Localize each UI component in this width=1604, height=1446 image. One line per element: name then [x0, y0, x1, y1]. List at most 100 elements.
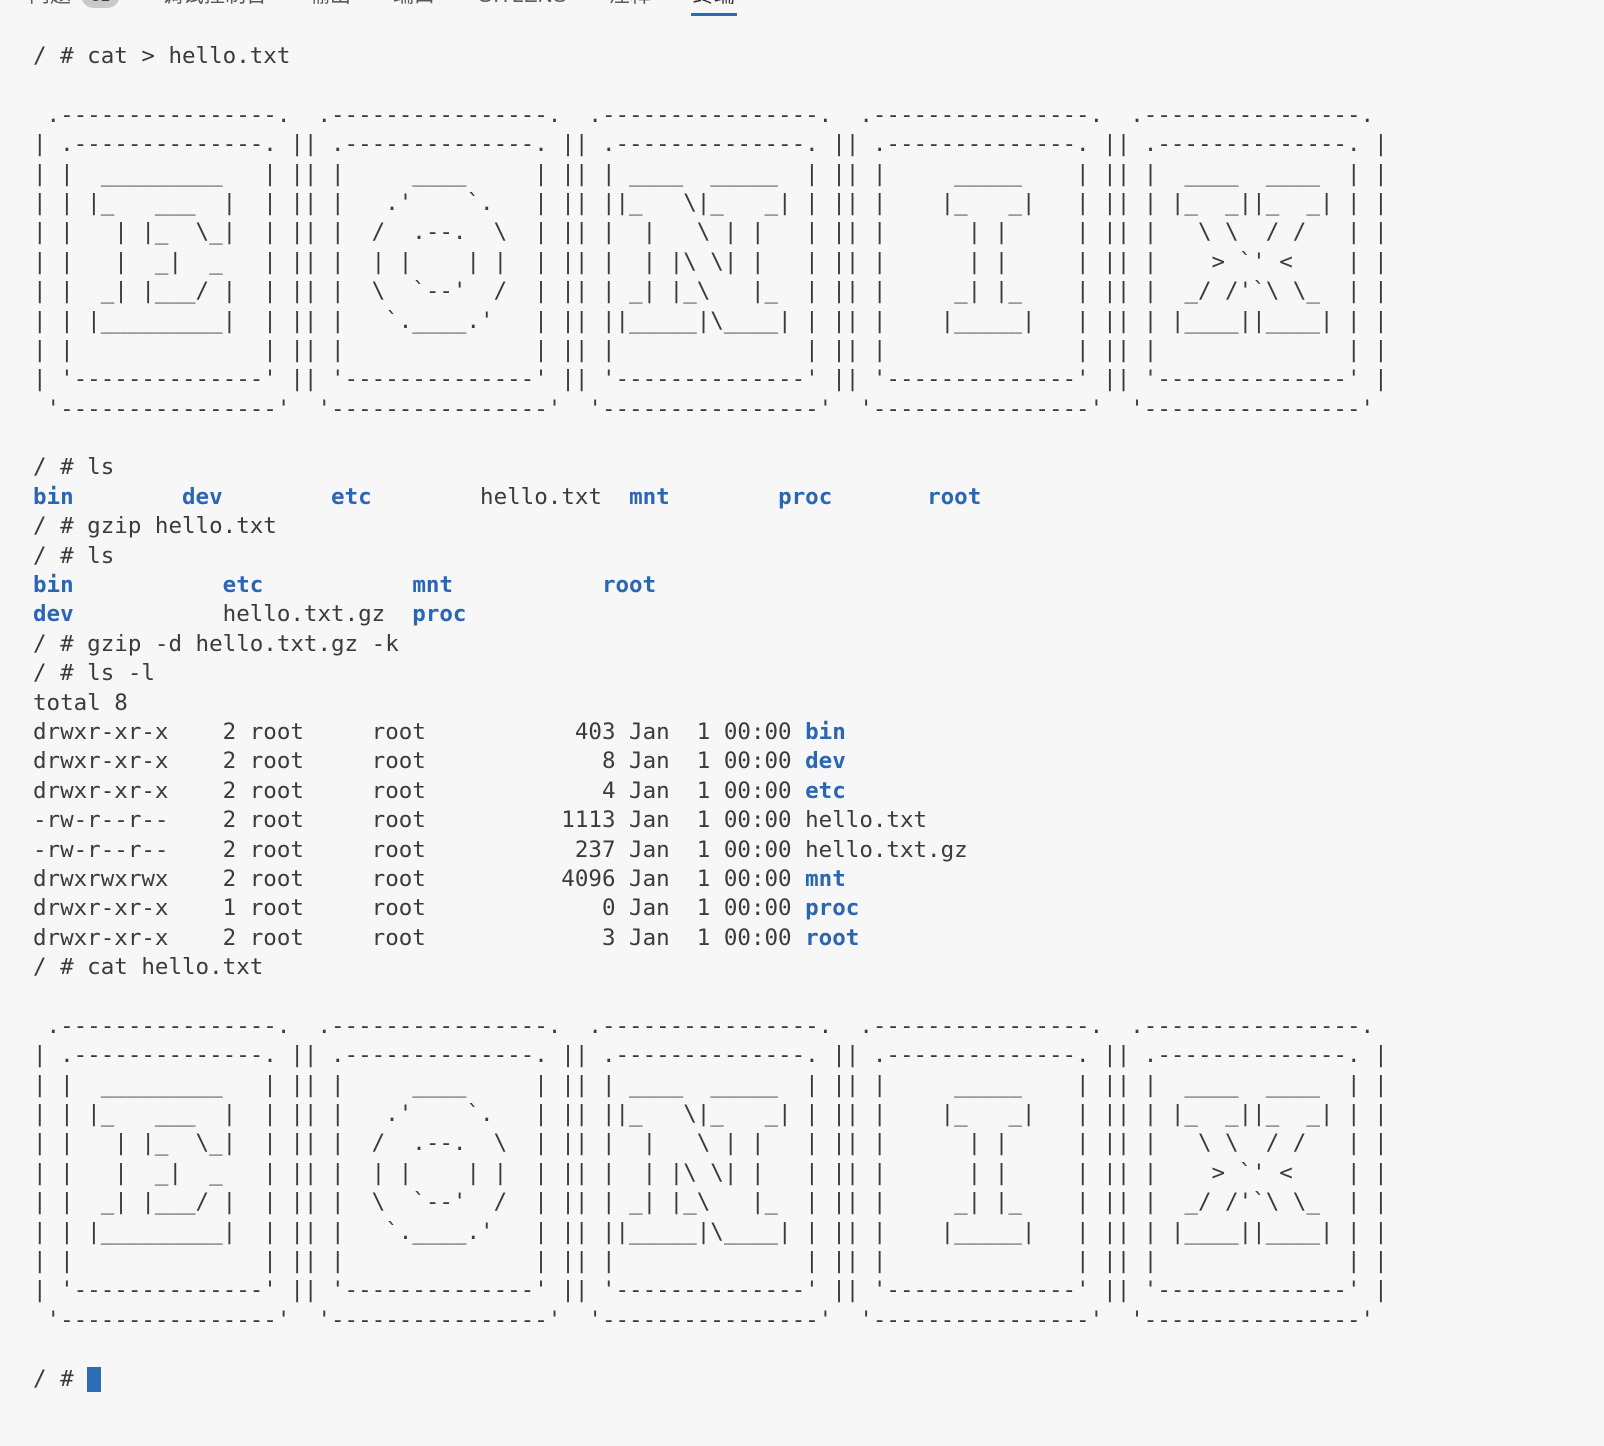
terminal-line-ascii-art: .----------------. .----------------. .-…	[33, 101, 1604, 130]
terminal-text: drwxrwxrwx 2 root root 4096 Jan 1 00:00	[33, 866, 805, 892]
terminal-line-ascii-art: | | | |_ \_| | || | / .--. \ | || | | \ …	[33, 218, 1604, 247]
terminal-buffer: / # cat > hello.txt .----------------. .…	[33, 42, 1604, 1394]
terminal-text: | | _| |___/ | | || | \ `--' / | || | _|…	[33, 278, 1388, 304]
tab-inner: 注释	[607, 0, 653, 16]
terminal-text-blue: etc	[223, 572, 264, 598]
terminal-text: '----------------' '----------------' '-…	[33, 1307, 1388, 1333]
terminal-text	[223, 484, 331, 510]
terminal-text: | .--------------. || .--------------. |…	[33, 131, 1388, 157]
terminal-line: / # gzip hello.txt	[33, 512, 1604, 541]
terminal-text-blue: etc	[331, 484, 372, 510]
tab-debug-console[interactable]: 调试控制台	[141, 0, 288, 16]
terminal-text-blue: root	[602, 572, 656, 598]
tab-inner: GITLENS	[475, 0, 569, 16]
tab-gitlens[interactable]: GITLENS	[456, 0, 588, 16]
terminal-text: total 8	[33, 690, 128, 716]
terminal-line: / # gzip -d hello.txt.gz -k	[33, 630, 1604, 659]
terminal-text: | | _| |___/ | | || | \ `--' / | || | _|…	[33, 1189, 1388, 1215]
terminal-line: drwxr-xr-x 2 root root 4 Jan 1 00:00 etc	[33, 777, 1604, 806]
terminal-text-blue: proc	[778, 484, 832, 510]
terminal-line-ascii-art: | | _| |___/ | | || | \ `--' / | || | _|…	[33, 277, 1604, 306]
terminal-line: / # ls	[33, 453, 1604, 482]
terminal-text: | '--------------' || '--------------' |…	[33, 1277, 1388, 1303]
terminal-line-ascii-art: | | |_________| | || | `.____.' | || ||_…	[33, 307, 1604, 336]
panel-tab-bar: 问题 31 调试控制台 输出 端口 GITLENS 注释 终端	[0, 0, 1604, 16]
terminal-line	[33, 71, 1604, 100]
tab-label: 注释	[609, 0, 651, 6]
terminal-text: | | | || | | || | | || | | || | | |	[33, 1248, 1388, 1274]
terminal-line-ascii-art: | | _________ | || | ____ | || | ____ __…	[33, 1071, 1604, 1100]
terminal-line-ascii-art: | | _| |___/ | | || | \ `--' / | || | _|…	[33, 1188, 1604, 1217]
terminal-text: / # ls	[33, 543, 114, 569]
terminal-line: drwxr-xr-x 2 root root 8 Jan 1 00:00 dev	[33, 747, 1604, 776]
terminal-line-ascii-art: '----------------' '----------------' '-…	[33, 1306, 1604, 1335]
terminal-text-blue: bin	[33, 572, 74, 598]
terminal-text-blue: bin	[33, 484, 74, 510]
tab-label: 问题	[29, 0, 71, 6]
terminal-text: drwxr-xr-x 2 root root 8 Jan 1 00:00	[33, 748, 805, 774]
terminal-text: .----------------. .----------------. .-…	[33, 102, 1388, 128]
terminal-line: / # cat > hello.txt	[33, 42, 1604, 71]
terminal-text-blue: dev	[805, 748, 846, 774]
terminal-line: drwxr-xr-x 1 root root 0 Jan 1 00:00 pro…	[33, 894, 1604, 923]
tab-terminal[interactable]: 终端	[672, 0, 756, 16]
tab-comments[interactable]: 注释	[588, 0, 672, 16]
terminal-text	[74, 484, 182, 510]
terminal-text-blue: proc	[412, 601, 466, 627]
terminal-line: / # ls	[33, 542, 1604, 571]
tab-label: GITLENS	[477, 0, 567, 6]
tab-badge: 31	[81, 0, 120, 8]
terminal-text-blue: bin	[805, 719, 846, 745]
terminal-line: drwxr-xr-x 2 root root 3 Jan 1 00:00 roo…	[33, 924, 1604, 953]
terminal-line: dev hello.txt.gz proc	[33, 600, 1604, 629]
terminal-text: -rw-r--r-- 2 root root 237 Jan 1 00:00 h…	[33, 837, 968, 863]
terminal-text: | | |_________| | || | `.____.' | || ||_…	[33, 308, 1388, 334]
tab-inner: 输出	[307, 0, 353, 16]
tab-inner: 端口	[391, 0, 437, 16]
tab-problems[interactable]: 问题 31	[8, 0, 141, 16]
terminal-text-blue: mnt	[412, 572, 453, 598]
terminal-text: | | |_________| | || | `.____.' | || ||_…	[33, 1219, 1388, 1245]
terminal-text-blue: dev	[182, 484, 223, 510]
terminal-text: | | | _| _ | || | | | | | | || | | |\ \|…	[33, 1160, 1388, 1186]
terminal-text-blue: mnt	[629, 484, 670, 510]
terminal-line: / # cat hello.txt	[33, 953, 1604, 982]
terminal-line-ascii-art: | | |_ ___ | | || | .' `. | || ||_ \|_ _…	[33, 1100, 1604, 1129]
terminal-text	[74, 572, 223, 598]
terminal-line-ascii-art: | | |_________| | || | `.____.' | || ||_…	[33, 1218, 1604, 1247]
terminal-text: drwxr-xr-x 1 root root 0 Jan 1 00:00	[33, 895, 805, 921]
terminal-text: | | |_ ___ | | || | .' `. | || ||_ \|_ _…	[33, 190, 1388, 216]
terminal-text-blue: dev	[33, 601, 74, 627]
terminal-line	[33, 1335, 1604, 1364]
tab-label: 输出	[309, 0, 351, 6]
panel: 问题 31 调试控制台 输出 端口 GITLENS 注释 终端 / # cat > hello…	[0, 0, 1604, 1394]
terminal-text-blue: etc	[805, 778, 846, 804]
terminal-text: | | |_ ___ | | || | .' `. | || ||_ \|_ _…	[33, 1101, 1388, 1127]
terminal-line-ascii-art: | .--------------. || .--------------. |…	[33, 130, 1604, 159]
tab-output[interactable]: 输出	[288, 0, 372, 16]
terminal-line: total 8	[33, 689, 1604, 718]
terminal-text	[453, 572, 602, 598]
terminal-text: drwxr-xr-x 2 root root 3 Jan 1 00:00	[33, 925, 805, 951]
terminal-text: / #	[33, 1366, 87, 1392]
terminal-text	[263, 572, 412, 598]
terminal-line-ascii-art: | | | |_ \_| | || | / .--. \ | || | | \ …	[33, 1129, 1604, 1158]
terminal-text: | | | || | | || | | || | | || | | |	[33, 337, 1388, 363]
tab-label: 终端	[693, 0, 735, 6]
terminal-cursor	[87, 1367, 101, 1392]
terminal-line-ascii-art: | | | _| _ | || | | | | | | || | | |\ \|…	[33, 248, 1604, 277]
terminal-text-blue: root	[805, 925, 859, 951]
terminal-line-ascii-art: | | | || | | || | | || | | || | | |	[33, 1247, 1604, 1276]
terminal-line-ascii-art: | .--------------. || .--------------. |…	[33, 1041, 1604, 1070]
terminal-text: | | | |_ \_| | || | / .--. \ | || | | \ …	[33, 1130, 1388, 1156]
terminal-line-ascii-art: | | | || | | || | | || | | || | | |	[33, 336, 1604, 365]
tab-ports[interactable]: 端口	[372, 0, 456, 16]
terminal-text: .----------------. .----------------. .-…	[33, 1013, 1388, 1039]
terminal[interactable]: / # cat > hello.txt .----------------. .…	[0, 16, 1604, 1394]
terminal-line	[33, 424, 1604, 453]
terminal-line: drwxr-xr-x 2 root root 403 Jan 1 00:00 b…	[33, 718, 1604, 747]
terminal-text-blue: mnt	[805, 866, 846, 892]
terminal-line: -rw-r--r-- 2 root root 1113 Jan 1 00:00 …	[33, 806, 1604, 835]
terminal-text-blue: proc	[805, 895, 859, 921]
terminal-line-ascii-art: | '--------------' || '--------------' |…	[33, 365, 1604, 394]
